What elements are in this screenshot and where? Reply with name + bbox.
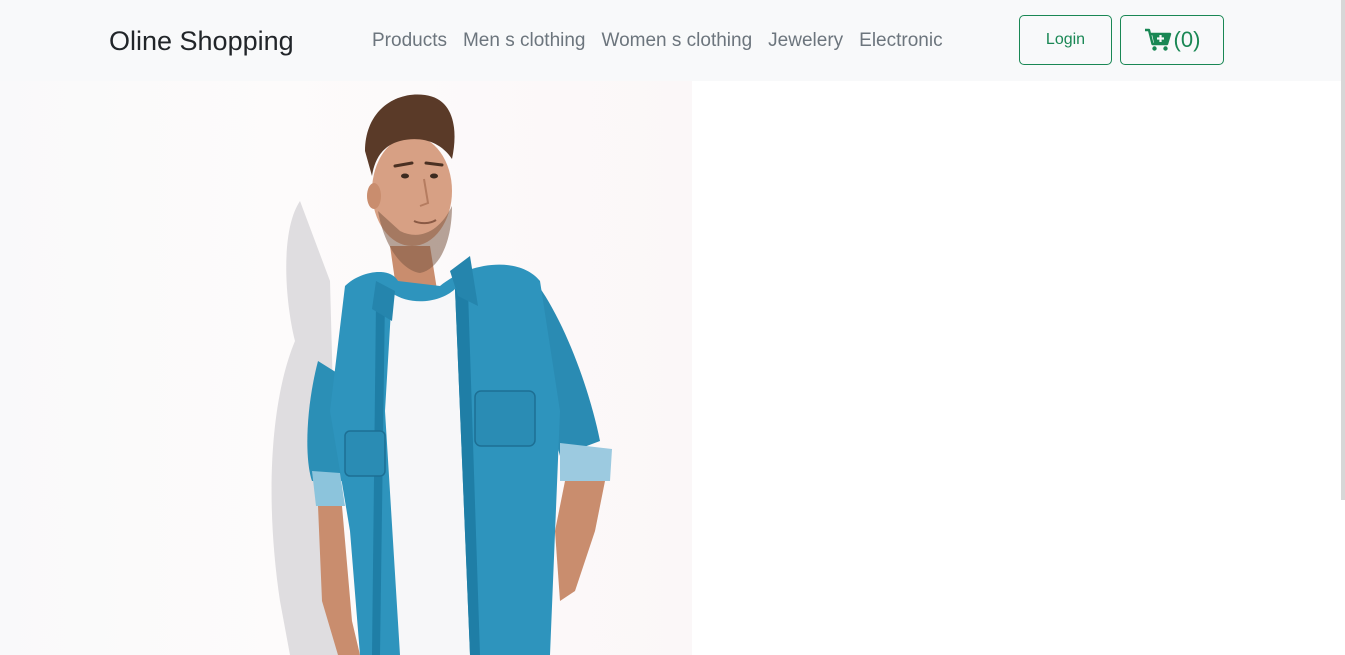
login-button[interactable]: Login <box>1019 15 1112 65</box>
navbar: Oline Shopping Products Men s clothing W… <box>0 0 1345 81</box>
hero-image <box>0 81 692 655</box>
nav-link-electronic[interactable]: Electronic <box>851 27 950 55</box>
nav-link-jewelery[interactable]: Jewelery <box>760 27 851 55</box>
cart-plus-icon <box>1144 28 1172 52</box>
nav-link-mens-clothing[interactable]: Men s clothing <box>455 27 594 55</box>
brand-link[interactable]: Oline Shopping <box>109 24 294 58</box>
man-in-denim-shirt-photo <box>271 94 612 655</box>
nav-link-products[interactable]: Products <box>364 27 455 55</box>
cart-count: (0) <box>1173 27 1201 52</box>
cart-button[interactable]: (0) <box>1120 15 1224 65</box>
nav-links: Products Men s clothing Women s clothing… <box>364 27 951 55</box>
nav-link-womens-clothing[interactable]: Women s clothing <box>594 27 761 55</box>
page-scrollbar[interactable] <box>1341 0 1345 500</box>
page: Oline Shopping Products Men s clothing W… <box>0 0 1345 655</box>
